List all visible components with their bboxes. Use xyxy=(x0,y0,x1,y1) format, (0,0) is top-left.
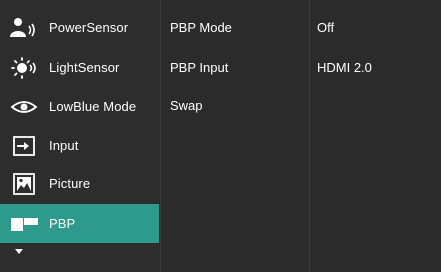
menu-item-pbp[interactable]: PBP xyxy=(0,204,159,243)
value-pbp-input[interactable]: HDMI 2.0 xyxy=(317,60,372,75)
osd-menu: PowerSensor LightSensor LowBlue Mode Inp… xyxy=(0,0,441,272)
picture-icon xyxy=(9,172,39,195)
power-sensor-icon xyxy=(9,17,39,39)
menu-item-label: Picture xyxy=(49,176,91,191)
menu-item-label: Input xyxy=(49,138,79,153)
value-pbp-mode[interactable]: Off xyxy=(317,20,334,35)
menu-item-label: PowerSensor xyxy=(49,20,129,35)
menu-item-lowblue-mode[interactable]: LowBlue Mode xyxy=(0,87,159,126)
pbp-icon xyxy=(9,213,39,235)
sub-item-swap[interactable]: Swap xyxy=(170,98,203,113)
menu-item-powersensor[interactable]: PowerSensor xyxy=(0,8,159,47)
sub-item-pbp-mode[interactable]: PBP Mode xyxy=(170,20,232,35)
menu-item-label: PBP xyxy=(49,216,76,231)
sub-menu: PBP Mode PBP Input Swap xyxy=(160,0,308,272)
input-icon xyxy=(9,135,39,157)
menu-item-lightsensor[interactable]: LightSensor xyxy=(0,48,159,87)
eye-icon xyxy=(9,96,39,118)
light-sensor-icon xyxy=(9,56,39,79)
menu-item-label: LowBlue Mode xyxy=(49,99,137,114)
value-panel: Off HDMI 2.0 xyxy=(309,0,441,272)
menu-item-picture[interactable]: Picture xyxy=(0,164,159,203)
main-menu: PowerSensor LightSensor LowBlue Mode Inp… xyxy=(0,0,159,272)
menu-item-label: LightSensor xyxy=(49,60,120,75)
chevron-down-icon[interactable] xyxy=(15,249,23,254)
sub-item-pbp-input[interactable]: PBP Input xyxy=(170,60,228,75)
menu-item-input[interactable]: Input xyxy=(0,126,159,165)
